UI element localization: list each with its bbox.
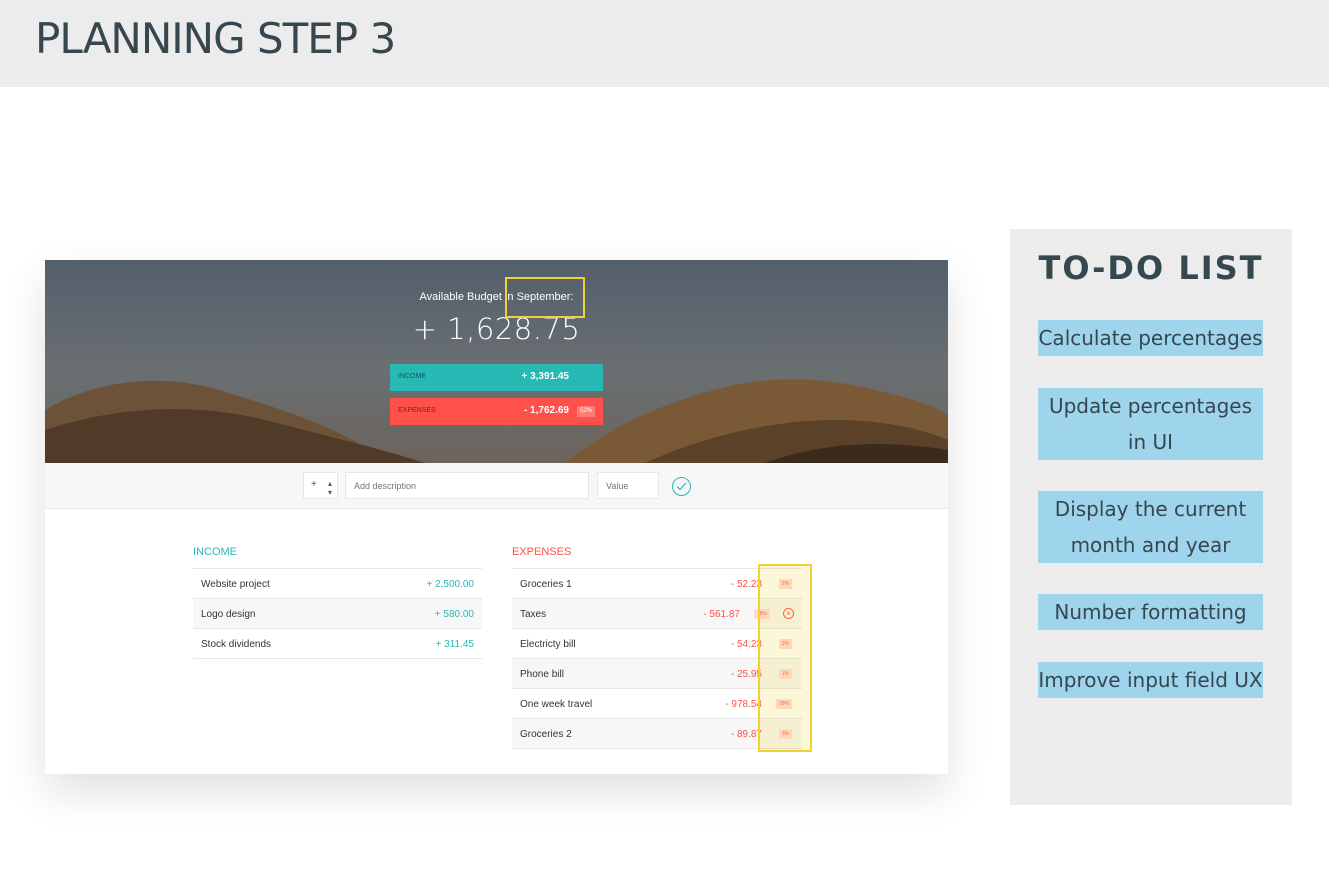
checkmark-icon <box>676 482 687 491</box>
item-value: - 978.54 <box>725 699 762 710</box>
item-description: One week travel <box>520 699 593 710</box>
income-list: Website project + 2,500.00 Logo design +… <box>193 568 482 659</box>
budget-hero: Available Budget in September: + 1,628.7… <box>45 260 948 463</box>
item-description: Groceries 2 <box>520 729 572 740</box>
todo-title: TO-DO LIST <box>1038 249 1264 287</box>
expenses-summary: EXPENSES - 1,762.69 52% <box>390 398 603 425</box>
income-summary-label: INCOME <box>398 373 426 380</box>
todo-panel: TO-DO LIST Calculate percentages Update … <box>1010 229 1292 805</box>
type-select-value: + <box>311 479 317 490</box>
item-description: Phone bill <box>520 669 564 680</box>
todo-item-number-formatting: Number formatting <box>1038 594 1263 630</box>
list-item: Logo design + 580.00 <box>193 599 482 629</box>
percentages-highlight-box <box>758 564 812 752</box>
expenses-summary-value: - 1,762.69 <box>523 405 569 416</box>
item-value: + 2,500.00 <box>426 579 474 590</box>
budget-title: Available Budget in September: <box>419 291 574 303</box>
add-item-bar: + ▴ ▾ <box>45 463 948 509</box>
item-description: Taxes <box>520 609 547 620</box>
item-value: + 311.45 <box>435 639 474 650</box>
todo-item-update-percentages: Update percentages in UI <box>1038 388 1263 460</box>
add-button[interactable] <box>672 477 691 496</box>
type-select[interactable]: + ▴ ▾ <box>303 472 338 499</box>
item-description: Logo design <box>201 609 256 620</box>
item-description: Groceries 1 <box>520 579 572 590</box>
value-input[interactable] <box>597 472 659 499</box>
list-item: Stock dividends + 311.45 <box>193 629 482 659</box>
todo-item-calculate-percentages: Calculate percentages <box>1038 320 1263 356</box>
header-bar: PLANNING STEP 3 <box>0 0 1329 87</box>
expenses-percentage-badge: 52% <box>576 406 595 417</box>
item-description: Website project <box>201 579 270 590</box>
income-summary-value: + 3,391.45 <box>521 371 569 382</box>
item-value: + 580.00 <box>434 609 474 620</box>
month-highlight-box <box>505 277 585 318</box>
item-value: - 561.87 <box>703 609 740 620</box>
todo-item-display-month: Display the current month and year <box>1038 491 1263 563</box>
description-input[interactable] <box>345 472 589 499</box>
list-item: Website project + 2,500.00 <box>193 569 482 599</box>
page-title: PLANNING STEP 3 <box>35 14 396 63</box>
select-arrows-icon: ▴ ▾ <box>327 479 332 497</box>
item-description: Stock dividends <box>201 639 272 650</box>
income-list-title: INCOME <box>193 546 237 558</box>
income-summary: INCOME + 3,391.45 <box>390 364 603 391</box>
expenses-list-title: EXPENSES <box>512 546 572 558</box>
expenses-summary-label: EXPENSES <box>398 407 436 414</box>
budget-app-screenshot: Available Budget in September: + 1,628.7… <box>45 260 948 774</box>
budget-value: + 1,628.75 <box>412 312 581 346</box>
item-description: Electricty bill <box>520 639 576 650</box>
todo-item-improve-input-ux: Improve input field UX <box>1038 662 1263 698</box>
